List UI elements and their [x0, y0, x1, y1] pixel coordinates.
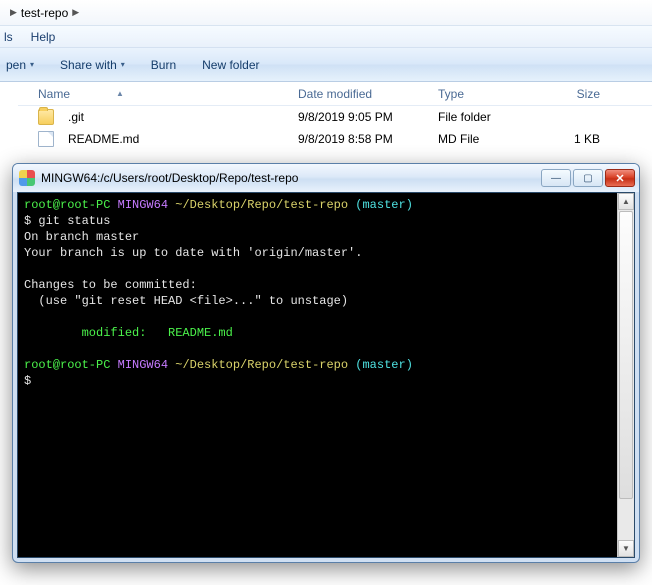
sort-asc-icon: ▲ [116, 89, 124, 98]
menu-item-help[interactable]: Help [31, 30, 56, 44]
window-controls: — ▢ ✕ [541, 169, 635, 187]
scroll-up-button[interactable]: ▲ [618, 193, 634, 210]
prompt-branch: (master) [355, 358, 413, 372]
breadcrumb-segment[interactable]: ▶ test-repo ▶ [4, 4, 85, 22]
column-header-size[interactable]: Size [548, 87, 608, 101]
file-name: .git [68, 110, 84, 124]
toolbar-share-label: Share with [60, 58, 117, 72]
terminal-title: MINGW64:/c/Users/root/Desktop/Repo/test-… [41, 171, 535, 185]
file-list-header: Name ▲ Date modified Type Size [18, 82, 652, 106]
column-header-date-label: Date modified [298, 87, 372, 101]
file-type: MD File [438, 132, 479, 146]
chevron-right-icon: ▶ [72, 7, 79, 18]
breadcrumb[interactable]: ▶ test-repo ▶ [0, 0, 652, 26]
menubar: ls Help [0, 26, 652, 48]
chevron-down-icon: ▾ [121, 60, 125, 69]
menu-item-tools[interactable]: ls [4, 30, 13, 44]
column-header-type-label: Type [438, 87, 464, 101]
scroll-down-button[interactable]: ▼ [618, 540, 634, 557]
terminal-window: MINGW64:/c/Users/root/Desktop/Repo/test-… [12, 163, 640, 563]
toolbar-burn-label: Burn [151, 58, 176, 72]
file-name: README.md [68, 132, 139, 146]
toolbar-newfolder[interactable]: New folder [202, 58, 259, 72]
chevron-right-icon: ▶ [10, 7, 17, 18]
prompt-shell: MINGW64 [118, 198, 168, 212]
column-header-name[interactable]: Name ▲ [18, 87, 298, 101]
terminal-line: modified: README.md [24, 326, 233, 340]
terminal-line: (use "git reset HEAD <file>..." to unsta… [24, 294, 348, 308]
mingw-icon [19, 170, 35, 186]
scrollbar[interactable]: ▲ ▼ [617, 193, 634, 557]
toolbar-open[interactable]: pen ▾ [6, 58, 34, 72]
toolbar: pen ▾ Share with ▾ Burn New folder [0, 48, 652, 82]
terminal-output[interactable]: root@root-PC MINGW64 ~/Desktop/Repo/test… [18, 193, 617, 557]
table-row[interactable]: .git 9/8/2019 9:05 PM File folder [18, 106, 652, 128]
file-date: 9/8/2019 9:05 PM [298, 110, 393, 124]
file-size: 1 KB [574, 132, 600, 146]
column-header-name-label: Name [38, 87, 70, 101]
terminal-line: Changes to be committed: [24, 278, 197, 292]
close-button[interactable]: ✕ [605, 169, 635, 187]
maximize-button[interactable]: ▢ [573, 169, 603, 187]
prompt-path: ~/Desktop/Repo/test-repo [175, 198, 348, 212]
scroll-track-gap [618, 500, 634, 540]
column-header-date[interactable]: Date modified [298, 87, 438, 101]
scroll-thumb[interactable] [619, 211, 633, 499]
column-header-size-label: Size [577, 87, 600, 101]
table-row[interactable]: README.md 9/8/2019 8:58 PM MD File 1 KB [18, 128, 652, 150]
prompt-shell: MINGW64 [118, 358, 168, 372]
prompt-path: ~/Desktop/Repo/test-repo [175, 358, 348, 372]
toolbar-burn[interactable]: Burn [151, 58, 176, 72]
toolbar-newfolder-label: New folder [202, 58, 259, 72]
toolbar-open-label: pen [6, 58, 26, 72]
prompt-user: root@root-PC [24, 198, 110, 212]
file-icon [38, 131, 54, 147]
terminal-titlebar[interactable]: MINGW64:/c/Users/root/Desktop/Repo/test-… [13, 164, 639, 192]
terminal-body-wrap: root@root-PC MINGW64 ~/Desktop/Repo/test… [17, 192, 635, 558]
chevron-down-icon: ▾ [30, 60, 34, 69]
prompt-branch: (master) [355, 198, 413, 212]
terminal-line: Your branch is up to date with 'origin/m… [24, 246, 362, 260]
folder-icon [38, 109, 54, 125]
breadcrumb-label: test-repo [21, 6, 68, 20]
file-type: File folder [438, 110, 491, 124]
file-date: 9/8/2019 8:58 PM [298, 132, 393, 146]
minimize-button[interactable]: — [541, 169, 571, 187]
toolbar-share[interactable]: Share with ▾ [60, 58, 125, 72]
file-list: Name ▲ Date modified Type Size .git 9/8/… [0, 82, 652, 150]
terminal-line: $ [24, 374, 31, 388]
terminal-line: $ git status [24, 214, 110, 228]
terminal-line: On branch master [24, 230, 139, 244]
column-header-type[interactable]: Type [438, 87, 548, 101]
prompt-user: root@root-PC [24, 358, 110, 372]
